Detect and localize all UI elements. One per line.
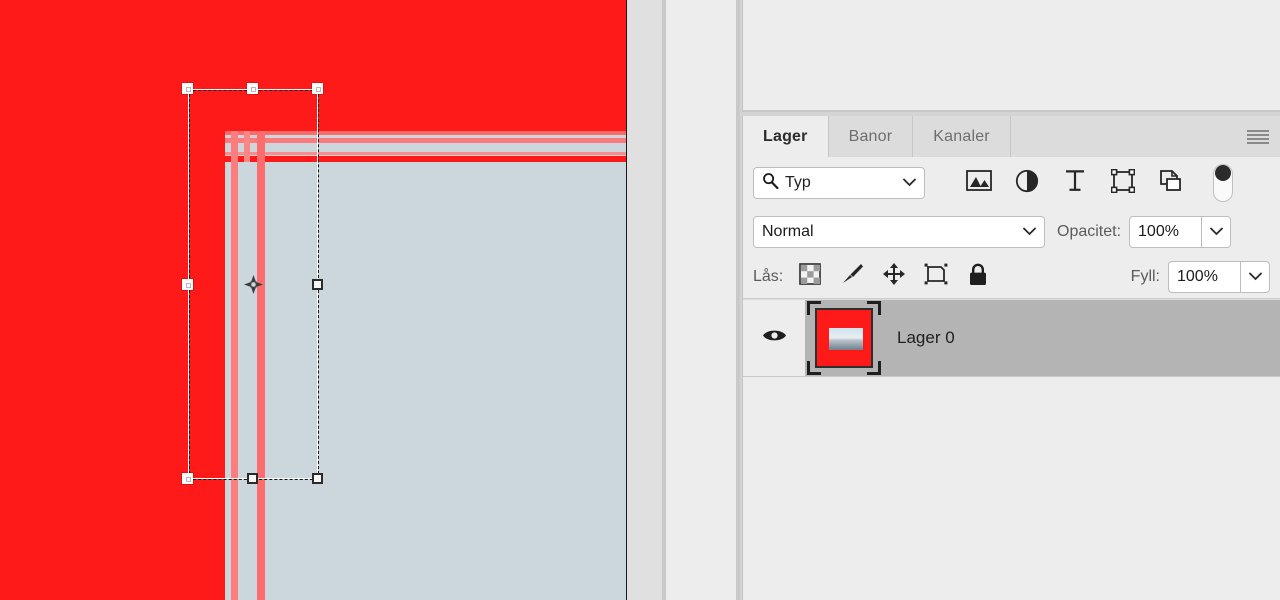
fill-input[interactable]: 100% bbox=[1168, 260, 1240, 293]
transform-handle-top-right[interactable] bbox=[312, 83, 323, 94]
search-icon bbox=[762, 172, 779, 194]
filter-pixel-layers-button[interactable] bbox=[955, 166, 1003, 200]
text-t-icon bbox=[1064, 169, 1086, 197]
filter-type-label: Typ bbox=[785, 174, 811, 191]
workspace-gutter bbox=[627, 0, 662, 600]
artboard-icon bbox=[924, 263, 948, 290]
lock-transparent-pixels-button[interactable] bbox=[789, 260, 831, 294]
thumbnail-corner-marker bbox=[867, 361, 881, 375]
lock-row: Lås: Fyll: 100% bbox=[743, 255, 1280, 299]
lock-all-button[interactable] bbox=[957, 260, 999, 294]
transform-handle-bottom-right[interactable] bbox=[312, 473, 323, 484]
shape-bounding-box-icon bbox=[1110, 168, 1136, 198]
layer-thumbnail-image bbox=[815, 308, 873, 368]
layers-panel: Lager Banor Kanaler Typ Normal Opacitet:… bbox=[742, 116, 1280, 600]
tab-lager[interactable]: Lager bbox=[743, 116, 829, 157]
tab-kanaler[interactable]: Kanaler bbox=[913, 116, 1011, 157]
lock-artboard-nesting-button[interactable] bbox=[915, 260, 957, 294]
smart-object-icon bbox=[1159, 169, 1183, 198]
panel-menu-button[interactable] bbox=[1236, 116, 1280, 157]
right-panel-dock: Lager Banor Kanaler Typ Normal Opacitet:… bbox=[740, 0, 1280, 600]
move-arrows-icon bbox=[882, 262, 906, 291]
workspace-gutter-inner bbox=[666, 0, 736, 600]
filter-type-icons bbox=[955, 166, 1195, 200]
tabbar-filler bbox=[1010, 116, 1236, 157]
opacity-value: 100% bbox=[1138, 223, 1179, 240]
image-icon bbox=[966, 170, 992, 196]
filter-enable-toggle[interactable] bbox=[1213, 164, 1233, 202]
tab-banor[interactable]: Banor bbox=[828, 116, 914, 157]
table-row[interactable]: Lager 0 bbox=[743, 299, 1280, 377]
layer-filter-row: Typ bbox=[743, 157, 1280, 209]
brush-icon bbox=[840, 262, 864, 291]
filter-adjustment-layers-button[interactable] bbox=[1003, 166, 1051, 200]
chevron-down-icon bbox=[903, 174, 916, 192]
fill-label: Fyll: bbox=[1130, 267, 1160, 285]
thumbnail-corner-marker bbox=[807, 361, 821, 375]
adjustment-half-circle-icon bbox=[1015, 169, 1039, 198]
upper-empty-panel[interactable] bbox=[742, 0, 1280, 112]
transform-handle-bottom-left[interactable] bbox=[182, 473, 193, 484]
transform-handle-middle-right[interactable] bbox=[312, 279, 323, 290]
blend-mode-row: Normal Opacitet: 100% bbox=[743, 209, 1280, 255]
filter-smart-object-layers-button[interactable] bbox=[1147, 166, 1195, 200]
layer-visibility-toggle[interactable] bbox=[743, 300, 805, 376]
transform-handle-top-left[interactable] bbox=[182, 83, 193, 94]
opacity-stepper-button[interactable] bbox=[1201, 216, 1232, 248]
padlock-icon bbox=[967, 263, 989, 291]
layer-name-label[interactable]: Lager 0 bbox=[897, 328, 955, 348]
thumbnail-photo-content bbox=[829, 328, 863, 350]
lock-image-pixels-button[interactable] bbox=[831, 260, 873, 294]
chevron-down-icon bbox=[1248, 268, 1262, 286]
opacity-input[interactable]: 100% bbox=[1129, 216, 1202, 248]
tab-label: Lager bbox=[763, 127, 808, 145]
tab-label: Banor bbox=[848, 127, 893, 145]
layer-row-body[interactable]: Lager 0 bbox=[805, 300, 1280, 376]
transform-handle-bottom-center[interactable] bbox=[247, 473, 258, 484]
transform-reference-point-icon[interactable] bbox=[244, 275, 263, 294]
opacity-label: Opacitet: bbox=[1057, 223, 1122, 240]
filter-type-layers-button[interactable] bbox=[1051, 166, 1099, 200]
layer-list: Lager 0 bbox=[743, 299, 1280, 377]
canvas-viewport[interactable] bbox=[0, 0, 627, 600]
blend-mode-value: Normal bbox=[762, 223, 814, 240]
chevron-down-icon bbox=[1209, 223, 1223, 241]
hamburger-menu-icon bbox=[1247, 129, 1269, 144]
chevron-down-icon bbox=[1023, 223, 1036, 241]
layer-thumbnail[interactable] bbox=[807, 301, 881, 375]
blend-mode-select[interactable]: Normal bbox=[753, 216, 1045, 248]
panel-tabbar: Lager Banor Kanaler bbox=[743, 116, 1280, 157]
fill-value: 100% bbox=[1177, 267, 1218, 285]
thumbnail-corner-marker bbox=[867, 301, 881, 315]
filter-type-select[interactable]: Typ bbox=[753, 167, 925, 199]
photoshop-window: Lager Banor Kanaler Typ Normal Opacitet:… bbox=[0, 0, 1280, 600]
tab-label: Kanaler bbox=[933, 127, 990, 145]
transform-handle-top-center[interactable] bbox=[247, 83, 258, 94]
lock-label: Lås: bbox=[753, 267, 784, 285]
lock-position-button[interactable] bbox=[873, 260, 915, 294]
transform-handle-middle-left[interactable] bbox=[182, 279, 193, 290]
thumbnail-corner-marker bbox=[807, 301, 821, 315]
fill-stepper-button[interactable] bbox=[1240, 260, 1270, 293]
eye-visibility-icon bbox=[762, 327, 787, 349]
filter-shape-layers-button[interactable] bbox=[1099, 166, 1147, 200]
checkerboard-icon bbox=[799, 263, 822, 290]
